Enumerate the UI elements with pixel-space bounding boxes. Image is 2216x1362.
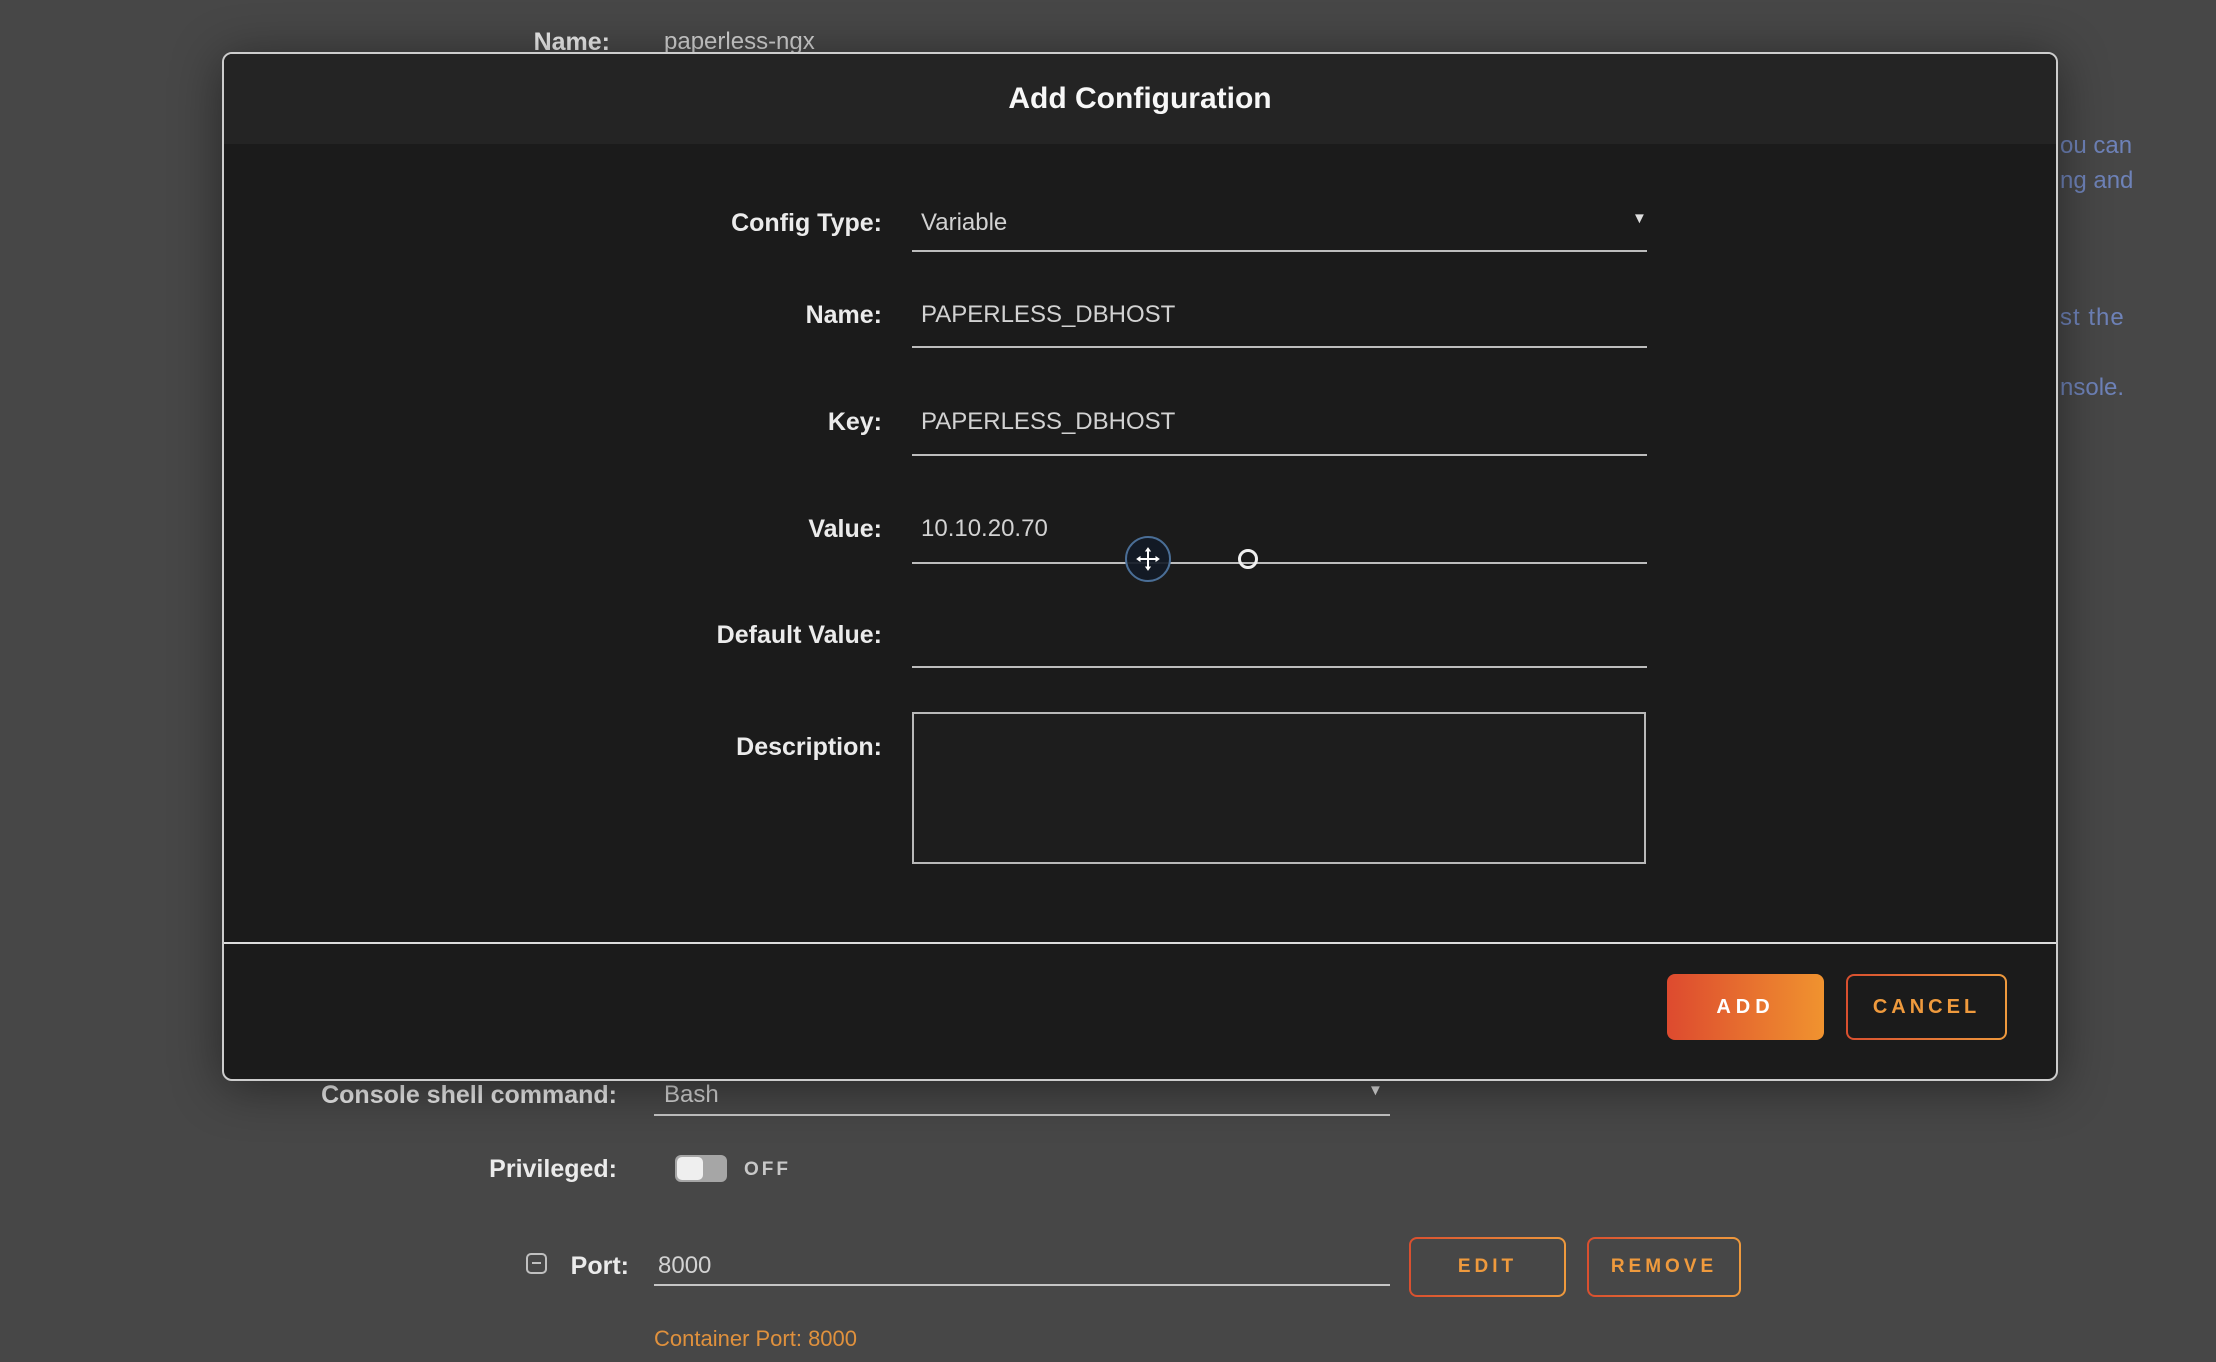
chevron-down-icon: ▼	[1368, 1082, 1383, 1099]
add-button[interactable]: ADD	[1667, 974, 1824, 1040]
config-type-underline	[912, 250, 1647, 252]
privileged-label: Privileged:	[300, 1153, 617, 1185]
four-way-arrow-icon	[1133, 544, 1163, 574]
modal-title: Add Configuration	[224, 54, 2056, 144]
console-shell-underline	[654, 1114, 1390, 1116]
move-cursor-icon	[1125, 536, 1171, 582]
name-underline	[912, 346, 1647, 348]
console-shell-select[interactable]: Bash	[664, 1079, 719, 1111]
config-type-select[interactable]: Variable	[921, 207, 1007, 239]
description-label: Description:	[224, 731, 882, 763]
help-text-fragment: st the	[2060, 303, 2125, 333]
edit-button[interactable]: EDIT	[1409, 1237, 1566, 1297]
default-value-label: Default Value:	[224, 619, 882, 651]
docker-config-page: Name: paperless-ngx ou can ng and st the…	[0, 0, 2216, 1362]
pointer-circle-icon	[1238, 549, 1258, 569]
config-type-label: Config Type:	[224, 207, 882, 239]
name-input[interactable]: PAPERLESS_DBHOST	[921, 299, 1175, 331]
remove-button[interactable]: REMOVE	[1587, 1237, 1741, 1297]
help-text-fragment: ng and	[2060, 166, 2133, 196]
description-textarea[interactable]	[912, 712, 1646, 864]
console-shell-label: Console shell command:	[300, 1079, 617, 1111]
toggle-knob	[677, 1157, 703, 1180]
help-text-fragment: ou can	[2060, 131, 2132, 161]
value-input[interactable]: 10.10.20.70	[921, 513, 1048, 545]
container-port-text: Container Port: 8000	[654, 1326, 857, 1352]
default-value-underline	[912, 666, 1647, 668]
help-text-fragment: nsole.	[2060, 373, 2124, 403]
privileged-state-text: OFF	[744, 1159, 791, 1181]
key-input[interactable]: PAPERLESS_DBHOST	[921, 406, 1175, 438]
cancel-button[interactable]: CANCEL	[1846, 974, 2007, 1040]
value-label: Value:	[224, 513, 882, 545]
port-underline	[654, 1284, 1390, 1286]
port-value: 8000	[658, 1250, 711, 1282]
port-label: Port:	[430, 1250, 629, 1282]
privileged-toggle[interactable]	[675, 1155, 727, 1182]
value-underline	[912, 562, 1647, 564]
modal-header: Add Configuration	[224, 54, 2056, 144]
name-label: Name:	[224, 299, 882, 331]
chevron-down-icon: ▼	[1632, 210, 1647, 227]
modal-footer-divider	[224, 942, 2056, 944]
key-label: Key:	[224, 406, 882, 438]
key-underline	[912, 454, 1647, 456]
